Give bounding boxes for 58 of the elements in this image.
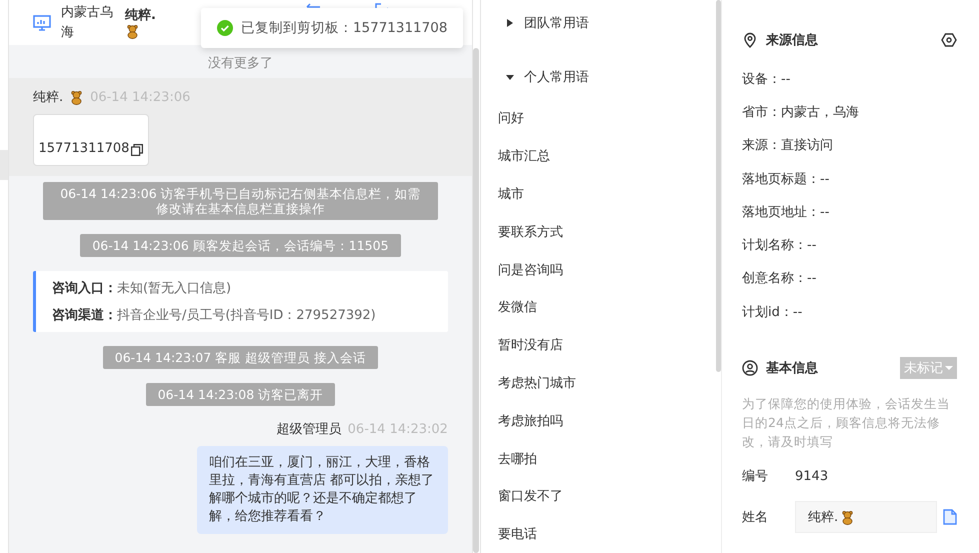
user-icon xyxy=(742,360,758,376)
source-info-line: 落地页标题：-- xyxy=(742,170,830,188)
caret-icon xyxy=(506,72,514,81)
phrase-item[interactable]: 窗口发不了 xyxy=(498,487,563,506)
scrollbar[interactable] xyxy=(473,48,480,553)
phrase-item[interactable]: 要联系方式 xyxy=(498,222,563,241)
info-row: 咨询入口：未知(暂无入口信息) xyxy=(52,281,232,296)
system-notice: 06-14 14:23:06 访客手机号已自动标记右侧基本信息栏，如需修改请在基本信息栏直接操作 xyxy=(42,182,438,220)
caret-icon xyxy=(945,365,954,372)
source-info-line: 来源：直接访问 xyxy=(742,137,834,154)
visitor-name: 纯粹. xyxy=(124,6,157,24)
phrase-item[interactable]: 问是咨询吗 xyxy=(498,260,563,279)
source-info-line: 省市：内蒙古，乌海 xyxy=(742,104,860,121)
phrase-group[interactable]: 团队常用语 xyxy=(506,0,716,46)
copy-icon[interactable] xyxy=(131,144,144,156)
caret-icon xyxy=(506,18,514,27)
source-info-line: 创意名称：-- xyxy=(742,270,816,288)
message-time: 06-14 14:23:02 xyxy=(348,422,448,436)
phrase-item[interactable]: 要电话 xyxy=(498,525,537,544)
phrase-item[interactable]: 考虑热门城市 xyxy=(498,374,576,392)
phrase-item[interactable]: 城市汇总 xyxy=(498,147,550,166)
bear-icon xyxy=(124,24,140,38)
phrase-item[interactable]: 城市 xyxy=(498,184,524,203)
info-row: 咨询渠道：抖音企业号/员工号(抖音号ID：279527392) xyxy=(52,308,376,323)
name-field[interactable]: 纯粹. xyxy=(795,501,938,534)
hexagon-icon[interactable] xyxy=(941,32,958,48)
phrase-group[interactable]: 个人常用语 xyxy=(506,54,716,100)
field-label: 姓名 xyxy=(742,509,770,526)
phrase-item[interactable]: 发微信 xyxy=(498,298,537,316)
sender-name: 超级管理员 xyxy=(276,421,342,438)
toast-message: 已复制到剪切板：15771311708 xyxy=(240,19,448,37)
system-notice: 06-14 14:23:08 访客已离开 xyxy=(146,383,336,406)
source-info-line: 计划id：-- xyxy=(742,304,802,321)
message-bubble: 咱们在三亚，厦门，丽江，大理，香格里拉，青海有直营店 都可以拍，亲想了解哪个城市的呢？还是不确定都想了解，给您推荐看看？ xyxy=(196,446,448,534)
message-bubble: 15771311708 xyxy=(32,114,149,166)
bear-icon xyxy=(69,90,84,104)
field-value: 9143 xyxy=(795,468,828,484)
bear-icon xyxy=(840,510,856,525)
system-notice: 06-14 14:23:07 客服 超级管理员 接入会话 xyxy=(102,346,378,369)
sender-name: 纯粹. xyxy=(32,89,64,106)
phrase-item[interactable]: 问好 xyxy=(498,109,524,128)
source-info-line: 落地页地址：-- xyxy=(742,204,830,221)
visitor-location: 内蒙古乌海 xyxy=(60,4,114,42)
field-label: 编号 xyxy=(742,468,770,486)
check-circle-icon xyxy=(216,20,233,36)
section-title: 来源信息 xyxy=(766,32,818,49)
section-title: 基本信息 xyxy=(766,360,818,378)
system-notice: 06-14 14:23:06 顾客发起会话，会话编号：11505 xyxy=(80,234,401,257)
no-more-text: 没有更多了 xyxy=(206,55,274,73)
phrase-item[interactable]: 暂时没有店 xyxy=(498,336,563,354)
monitor-icon xyxy=(32,14,51,32)
location-pin-icon xyxy=(742,32,758,48)
phrase-item[interactable]: 去哪拍 xyxy=(498,450,537,468)
notice-text: 为了保障您的使用体验，会话发生当日的24点之后，顾客信息将无法修改，请及时填写 xyxy=(742,395,952,452)
scrollbar[interactable] xyxy=(716,0,722,372)
phrase-item[interactable]: 考虑旅拍吗 xyxy=(498,412,563,430)
source-info-line: 计划名称：-- xyxy=(742,237,816,254)
source-info-line: 设备：-- xyxy=(742,70,790,88)
